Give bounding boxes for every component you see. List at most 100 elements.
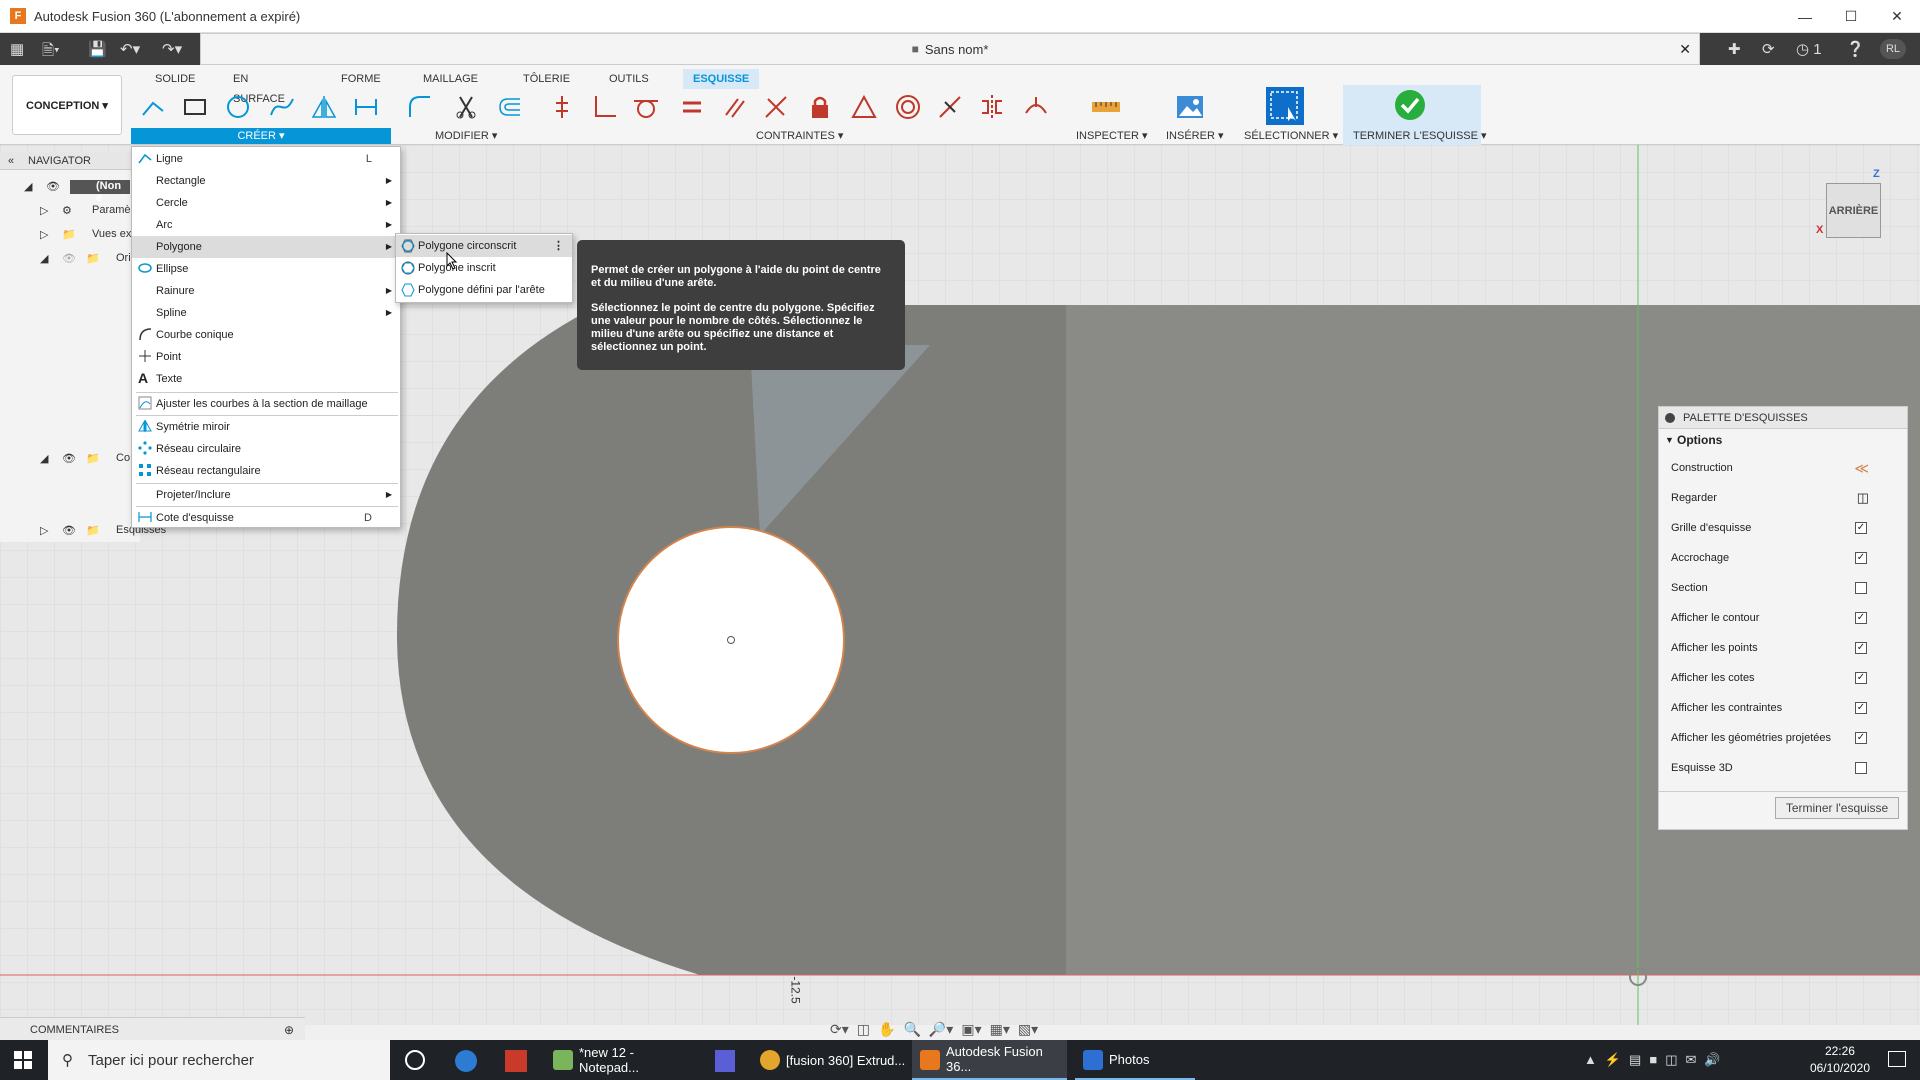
redo-icon[interactable]: ↷▾ bbox=[162, 40, 182, 58]
construction-toggle-icon[interactable]: ≪ bbox=[1854, 453, 1869, 483]
points-checkbox[interactable]: ✓ bbox=[1855, 642, 1867, 654]
collapse-palette-icon[interactable] bbox=[1665, 413, 1675, 423]
app-grid-icon[interactable]: ▦ bbox=[10, 40, 24, 58]
modifier-group-dropdown[interactable]: MODIFIER ▾ bbox=[435, 129, 497, 142]
menu-item-ellipse[interactable]: Ellipse bbox=[132, 258, 400, 280]
section-collapse-icon[interactable]: ▼ bbox=[1665, 429, 1674, 451]
zoom-icon[interactable]: 🔍 bbox=[903, 1021, 920, 1038]
menu-item-ajuster-courbes[interactable]: Ajuster les courbes à la section de mail… bbox=[132, 393, 400, 415]
extensions-icon[interactable]: ⟳ bbox=[1762, 40, 1775, 58]
taskbar-app-fusion[interactable]: Autodesk Fusion 36... bbox=[912, 1040, 1067, 1080]
menu-item-rectangle[interactable]: Rectangle ▶ bbox=[132, 170, 400, 192]
menu-item-polygone[interactable]: Polygone ▶ bbox=[132, 236, 400, 258]
fit-zoom-icon[interactable]: 🔎▾ bbox=[929, 1021, 953, 1038]
creer-group-dropdown[interactable]: CRÉER ▾ bbox=[131, 128, 391, 144]
close-window-button[interactable]: ✕ bbox=[1874, 0, 1920, 33]
eye-hidden-icon[interactable]: 👁 bbox=[62, 252, 76, 265]
eye-icon[interactable]: 👁 bbox=[62, 452, 76, 465]
options-section[interactable]: ▼ Options bbox=[1659, 429, 1907, 451]
accrochage-checkbox[interactable]: ✓ bbox=[1855, 552, 1867, 564]
taskbar-app-notepad[interactable]: *new 12 - Notepad... bbox=[545, 1040, 695, 1080]
finish-sketch-button[interactable]: Terminer l'esquisse bbox=[1775, 797, 1899, 819]
viewports-icon[interactable]: ▧▾ bbox=[1018, 1021, 1038, 1038]
insert-image-icon[interactable] bbox=[1174, 91, 1206, 123]
grille-checkbox[interactable]: ✓ bbox=[1855, 522, 1867, 534]
maximize-button[interactable]: ☐ bbox=[1828, 0, 1874, 33]
user-avatar[interactable]: RL bbox=[1880, 39, 1906, 59]
menu-item-cercle[interactable]: Cercle ▶ bbox=[132, 192, 400, 214]
palette-row-section[interactable]: Section bbox=[1659, 573, 1907, 603]
line-tool-icon[interactable] bbox=[137, 91, 169, 123]
triangle-constraint-icon[interactable] bbox=[848, 91, 880, 123]
tab-solide[interactable]: SOLIDE bbox=[145, 69, 205, 89]
collapse-navigator-icon[interactable]: « bbox=[8, 155, 14, 167]
expand-icon[interactable]: ◢ bbox=[40, 452, 48, 465]
taskbar-search-box[interactable]: ⚲ Taper ici pour rechercher bbox=[48, 1040, 390, 1080]
look-at-icon[interactable]: ◫ bbox=[857, 1021, 870, 1038]
measure-tool-icon[interactable] bbox=[1090, 91, 1122, 123]
help-icon[interactable]: ❔ bbox=[1846, 40, 1865, 58]
submenu-item-polygone-inscrit[interactable]: Polygone inscrit bbox=[396, 257, 572, 279]
horizontal-vertical-constraint-icon[interactable] bbox=[546, 91, 578, 123]
close-tab-icon[interactable]: ✕ bbox=[1679, 41, 1691, 58]
cortana-icon[interactable] bbox=[405, 1050, 425, 1070]
tab-forme[interactable]: FORME bbox=[331, 69, 391, 89]
concentric-constraint-icon[interactable] bbox=[892, 91, 924, 123]
taskbar-app-photos[interactable]: Photos bbox=[1075, 1040, 1195, 1080]
file-menu-icon[interactable]: 🗎▾ bbox=[42, 40, 60, 65]
parallel-constraint-icon[interactable] bbox=[718, 91, 750, 123]
system-tray-icons[interactable]: ▲⚡▤■◫✉🔊 bbox=[1584, 1052, 1729, 1068]
filezilla-icon[interactable] bbox=[505, 1050, 527, 1072]
palette-row-contraintes[interactable]: Afficher les contraintes ✓ bbox=[1659, 693, 1907, 723]
fillet-tool-icon[interactable] bbox=[404, 91, 436, 123]
navigator-row-components[interactable]: ◢ 👁 📁 Co bbox=[0, 452, 140, 472]
menu-item-rainure[interactable]: Rainure ▶ bbox=[132, 280, 400, 302]
navigator-row-origin[interactable]: ◢ 👁 📁 Ori bbox=[0, 252, 140, 272]
palette-row-points[interactable]: Afficher les points ✓ bbox=[1659, 633, 1907, 663]
mirror-tool-icon[interactable] bbox=[308, 91, 340, 123]
palette-row-esquisse-3d[interactable]: Esquisse 3D bbox=[1659, 753, 1907, 783]
palette-row-regarder[interactable]: Regarder ◫ bbox=[1659, 483, 1907, 513]
expand-icon[interactable]: ◢ bbox=[24, 180, 32, 193]
palette-row-construction[interactable]: Construction ≪ bbox=[1659, 453, 1907, 483]
menu-item-arc[interactable]: Arc ▶ bbox=[132, 214, 400, 236]
symmetry-constraint-icon[interactable] bbox=[976, 91, 1008, 123]
section-checkbox[interactable] bbox=[1855, 582, 1867, 594]
inspecter-group-dropdown[interactable]: INSPECTER ▾ bbox=[1076, 129, 1148, 142]
tab-tolerie[interactable]: TÔLERIE bbox=[513, 69, 580, 89]
look-at-icon[interactable]: ◫ bbox=[1857, 483, 1869, 513]
grid-settings-icon[interactable]: ▦▾ bbox=[990, 1021, 1010, 1038]
palette-row-cotes[interactable]: Afficher les cotes ✓ bbox=[1659, 663, 1907, 693]
menu-item-reseau-circulaire[interactable]: Réseau circulaire bbox=[132, 438, 400, 460]
contour-checkbox[interactable]: ✓ bbox=[1855, 612, 1867, 624]
submenu-item-polygone-arete[interactable]: Polygone défini par l'arête bbox=[396, 279, 572, 301]
tangent-constraint-icon[interactable] bbox=[630, 91, 662, 123]
menu-item-spline[interactable]: Spline ▶ bbox=[132, 302, 400, 324]
midpoint-constraint-icon[interactable] bbox=[934, 91, 966, 123]
notifications-icon[interactable] bbox=[1888, 1051, 1906, 1067]
offset-tool-icon[interactable] bbox=[494, 91, 526, 123]
taskbar-clock[interactable]: 22:26 06/10/2020 bbox=[1810, 1043, 1870, 1077]
navigator-row-views[interactable]: ▷ 📁 Vues ex bbox=[0, 228, 140, 248]
fix-constraint-icon[interactable] bbox=[804, 91, 836, 123]
expand-icon[interactable]: ◢ bbox=[40, 252, 48, 265]
finish-sketch-check-icon[interactable] bbox=[1394, 89, 1426, 121]
menu-item-point[interactable]: Point bbox=[132, 346, 400, 368]
submenu-item-polygone-circonscrit[interactable]: Polygone circonscrit ⋮ bbox=[396, 235, 572, 257]
tab-en-surface[interactable]: EN SURFACE bbox=[223, 69, 295, 105]
selectionner-group-dropdown[interactable]: SÉLECTIONNER ▾ bbox=[1244, 129, 1338, 142]
viewcube[interactable]: ARRIÈRE bbox=[1826, 183, 1881, 238]
orbit-icon[interactable]: ⟳▾ bbox=[830, 1021, 849, 1038]
palette-row-grille[interactable]: Grille d'esquisse ✓ bbox=[1659, 513, 1907, 543]
display-settings-icon[interactable]: ▣▾ bbox=[961, 1021, 981, 1038]
tab-maillage[interactable]: MAILLAGE bbox=[413, 69, 488, 89]
contraintes-group-dropdown[interactable]: CONTRAINTES ▾ bbox=[756, 129, 843, 142]
rectangle-tool-icon[interactable] bbox=[179, 91, 211, 123]
pan-hand-icon[interactable]: ✋ bbox=[878, 1021, 895, 1038]
navigator-row-root[interactable]: ◢ 👁 (Non e bbox=[0, 180, 140, 204]
navigator-header[interactable]: « NAVIGATOR bbox=[0, 152, 140, 170]
expand-icon[interactable]: ▷ bbox=[40, 524, 48, 537]
new-tab-icon[interactable]: ✚ bbox=[1728, 40, 1741, 58]
tab-esquisse[interactable]: ESQUISSE bbox=[683, 69, 760, 89]
select-tool-icon[interactable] bbox=[1266, 87, 1304, 125]
